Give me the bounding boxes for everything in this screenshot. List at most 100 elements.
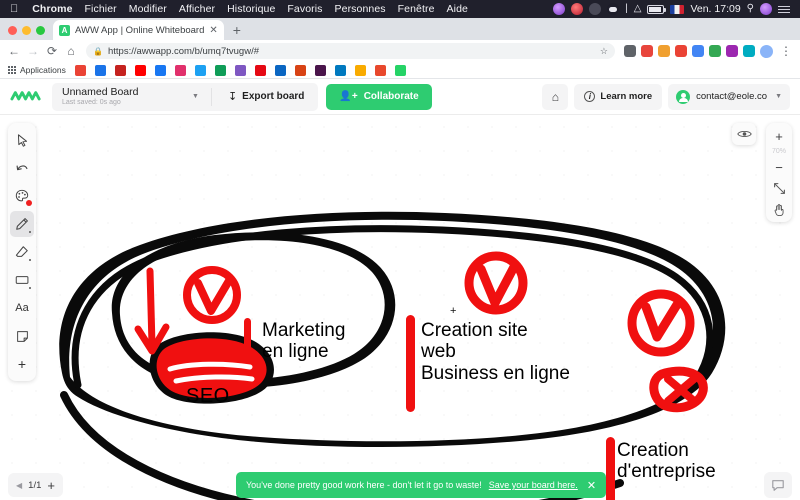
macos-menubar:  Chrome Fichier Modifier Afficher Histo… bbox=[0, 0, 800, 18]
menu-item-afficher[interactable]: Afficher bbox=[173, 3, 221, 15]
extension-icon-1[interactable] bbox=[624, 45, 636, 57]
page-add-button[interactable]: + bbox=[47, 478, 55, 493]
search-icon[interactable]: ⚲ bbox=[747, 4, 754, 14]
french-flag-icon[interactable] bbox=[670, 4, 685, 14]
purple-app-icon[interactable] bbox=[553, 3, 566, 15]
bookmark-stats[interactable] bbox=[354, 64, 366, 76]
circled-check-right bbox=[627, 289, 695, 357]
select-tool[interactable] bbox=[10, 127, 34, 153]
extension-icon-6[interactable] bbox=[709, 45, 721, 57]
extension-icon-8[interactable] bbox=[743, 45, 755, 57]
board-controls: Unnamed Board Last saved: 0s ago ▼ ↧ Exp… bbox=[52, 82, 319, 111]
menu-item-fenetre[interactable]: Fenêtre bbox=[392, 3, 441, 15]
bookmark-instagram[interactable] bbox=[174, 64, 186, 76]
bookmark-linkedin[interactable] bbox=[274, 64, 286, 76]
bookmark-trello[interactable] bbox=[334, 64, 346, 76]
extension-icon-2[interactable] bbox=[641, 45, 653, 57]
profile-avatar[interactable] bbox=[760, 44, 773, 58]
new-tab-button[interactable]: + bbox=[224, 22, 250, 40]
pan-button[interactable] bbox=[768, 200, 790, 218]
zoom-in-button[interactable]: + bbox=[768, 127, 790, 145]
zoom-out-button[interactable]: − bbox=[768, 158, 790, 176]
bookmark-applications[interactable]: Applications bbox=[8, 65, 66, 75]
presence-button[interactable] bbox=[732, 123, 756, 145]
extension-icon-5[interactable] bbox=[692, 45, 704, 57]
sticky-note-tool[interactable] bbox=[10, 323, 34, 349]
circled-check-center bbox=[464, 251, 528, 315]
bookmark-mailchimp[interactable] bbox=[374, 64, 386, 76]
tab-close-icon[interactable]: ✕ bbox=[209, 25, 217, 36]
undo-tool[interactable] bbox=[10, 155, 34, 181]
close-window-button[interactable] bbox=[8, 26, 17, 35]
apple-logo-icon[interactable]:  bbox=[10, 3, 18, 15]
battery-icon[interactable] bbox=[647, 4, 667, 14]
header-right-actions: ⌂ i Learn more contact@eole.co ▼ bbox=[542, 83, 790, 110]
bookmark-whatsapp[interactable] bbox=[394, 64, 406, 76]
red-down-arrow bbox=[134, 267, 170, 355]
pen-tool[interactable] bbox=[10, 211, 34, 237]
cloud-icon[interactable] bbox=[607, 3, 620, 15]
bookmark-photo[interactable] bbox=[294, 64, 306, 76]
control-center-icon[interactable] bbox=[778, 4, 790, 15]
seo-label: SEO bbox=[186, 385, 230, 407]
home-button[interactable]: ⌂ bbox=[63, 44, 79, 58]
learn-more-button[interactable]: i Learn more bbox=[574, 83, 663, 110]
eraser-tool[interactable] bbox=[10, 239, 34, 265]
star-icon[interactable]: ☆ bbox=[600, 46, 608, 57]
board-info[interactable]: Unnamed Board Last saved: 0s ago bbox=[62, 86, 180, 107]
add-more-tool[interactable]: + bbox=[10, 351, 34, 377]
extension-icon-3[interactable] bbox=[658, 45, 670, 57]
board-saved-status: Last saved: 0s ago bbox=[62, 99, 121, 106]
aww-logo[interactable] bbox=[10, 88, 44, 105]
chat-button[interactable] bbox=[764, 472, 792, 498]
bookmark-youtube[interactable] bbox=[134, 64, 146, 76]
menu-item-modifier[interactable]: Modifier bbox=[123, 3, 173, 15]
bookmark-slack[interactable] bbox=[314, 64, 326, 76]
browser-tab[interactable]: AWW App | Online Whiteboard ✕ bbox=[53, 20, 224, 40]
color-palette-tool[interactable] bbox=[10, 183, 34, 209]
menu-item-personnes[interactable]: Personnes bbox=[329, 3, 392, 15]
bookmark-netflix[interactable] bbox=[254, 64, 266, 76]
shape-tool[interactable] bbox=[10, 267, 34, 293]
menubar-clock[interactable]: Ven. 17:09 bbox=[690, 3, 740, 15]
bookmark-google[interactable] bbox=[74, 64, 86, 76]
menu-item-favoris[interactable]: Favoris bbox=[281, 3, 328, 15]
bookmark-facebook[interactable] bbox=[154, 64, 166, 76]
close-icon[interactable]: ✕ bbox=[585, 479, 596, 492]
minimize-window-button[interactable] bbox=[22, 26, 31, 35]
browser-toolbar: ← → ⟳ ⌂ 🔒 https://awwapp.com/b/umq7tvugw… bbox=[0, 40, 800, 62]
menu-item-fichier[interactable]: Fichier bbox=[79, 3, 123, 15]
reload-button[interactable]: ⟳ bbox=[44, 44, 60, 58]
home-button[interactable]: ⌂ bbox=[542, 83, 569, 110]
siri-icon[interactable] bbox=[760, 3, 772, 15]
menu-item-historique[interactable]: Historique bbox=[221, 3, 281, 15]
bookmark-analytics[interactable] bbox=[234, 64, 246, 76]
chevron-down-icon[interactable]: ▼ bbox=[186, 93, 205, 100]
info-icon: i bbox=[584, 91, 596, 102]
save-board-link[interactable]: Save your board here. bbox=[489, 480, 578, 490]
whiteboard-canvas[interactable]: Marketing en ligne Creation site web Bus… bbox=[0, 115, 800, 500]
maximize-window-button[interactable] bbox=[36, 26, 45, 35]
collaborate-button[interactable]: 👤+ Collaborate bbox=[326, 83, 432, 110]
bookmark-drive[interactable] bbox=[214, 64, 226, 76]
account-menu[interactable]: contact@eole.co ▼ bbox=[668, 83, 790, 110]
forward-button[interactable]: → bbox=[25, 44, 41, 58]
extension-icon-4[interactable] bbox=[675, 45, 687, 57]
bookmark-gmail[interactable] bbox=[114, 64, 126, 76]
page-prev-button[interactable]: ◀ bbox=[16, 481, 22, 490]
menu-item-chrome[interactable]: Chrome bbox=[26, 3, 78, 15]
toast-message: You've done pretty good work here - don'… bbox=[246, 480, 482, 490]
red-app-icon[interactable] bbox=[571, 3, 584, 15]
address-bar[interactable]: 🔒 https://awwapp.com/b/umq7tvugw/# ☆ bbox=[86, 43, 615, 59]
export-board-button[interactable]: ↧ Export board bbox=[218, 90, 314, 103]
back-button[interactable]: ← bbox=[6, 44, 22, 58]
text-tool[interactable]: Aa bbox=[10, 295, 34, 321]
menu-item-aide[interactable]: Aide bbox=[441, 3, 474, 15]
extension-icon-7[interactable] bbox=[726, 45, 738, 57]
gray-app-icon[interactable] bbox=[589, 3, 602, 15]
wifi-icon[interactable]: △ bbox=[634, 4, 642, 14]
fit-screen-button[interactable] bbox=[768, 179, 790, 197]
overflow-menu-icon[interactable]: ⋮ bbox=[778, 44, 794, 58]
bookmark-mail[interactable] bbox=[94, 64, 106, 76]
bookmark-twitter[interactable] bbox=[194, 64, 206, 76]
